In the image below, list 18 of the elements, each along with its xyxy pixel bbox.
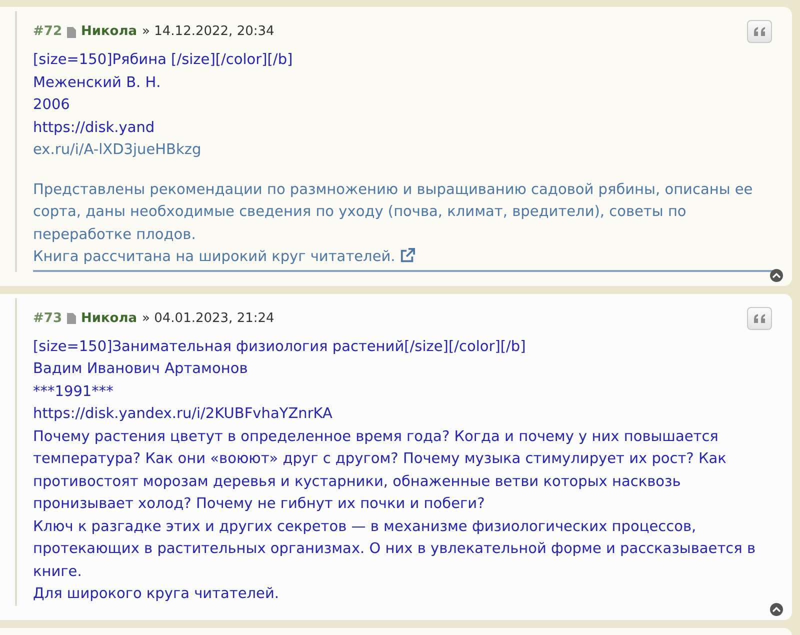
post-text: ***1991*** bbox=[33, 382, 114, 402]
author-link[interactable]: Никола bbox=[80, 23, 138, 41]
post-text: https://disk.yandex.ru/i/2KUBFvhaYZnrKA bbox=[33, 405, 334, 424]
post-number-link[interactable]: #73 bbox=[33, 310, 62, 328]
post-text: [size=150]Занимательная физиология растений[/size][/color][/b] bbox=[33, 338, 527, 356]
post-text: https://disk.yand bbox=[33, 118, 156, 138]
post-number-link[interactable]: #72 bbox=[33, 23, 62, 41]
post-text: Для широкого круга читателей. bbox=[33, 585, 280, 604]
post-text: Почему растения цветут в определенное время года? Когда и почему у них повышается температура? Как они «воюют» друг с другом? Почему музыка стимулирует их рост? Как противостоят морозам деревья и кустарники, обнаженные ветви которых насквозь пронизывает холод? Почему не гибнут их почки и побеги? bbox=[33, 428, 728, 514]
author-link[interactable]: Никола bbox=[80, 310, 138, 328]
post-text: [size=150]Рябина [/size][/color][/b] bbox=[33, 51, 294, 70]
book-link[interactable]: ex.ru/i/A-lXD3jueHBkzg Представлены рекомендации по размножению и выращиванию садовой рябины, описаны ее сорта, даны необходимые сведения по уходу (почва, климат, вредители), советы по переработке плодов. Книга рассчитана на широкий круг читателей. bbox=[33, 139, 780, 272]
post-text: Вадим Иванович Артамонов bbox=[33, 360, 249, 379]
post-text: Меженский В. Н. bbox=[33, 74, 162, 92]
post-date: » 04.01.2023, 21:24 bbox=[142, 310, 274, 328]
post-text: 2006 bbox=[33, 96, 71, 115]
post-date: » 14.12.2022, 20:34 bbox=[142, 23, 274, 41]
post-text: Ключ к разгадке этих и других секретов — в механизме физиологических процессов, протекающих в растительных организмах. О них в увлекательной форме и рассказывается в книге. bbox=[33, 518, 757, 582]
